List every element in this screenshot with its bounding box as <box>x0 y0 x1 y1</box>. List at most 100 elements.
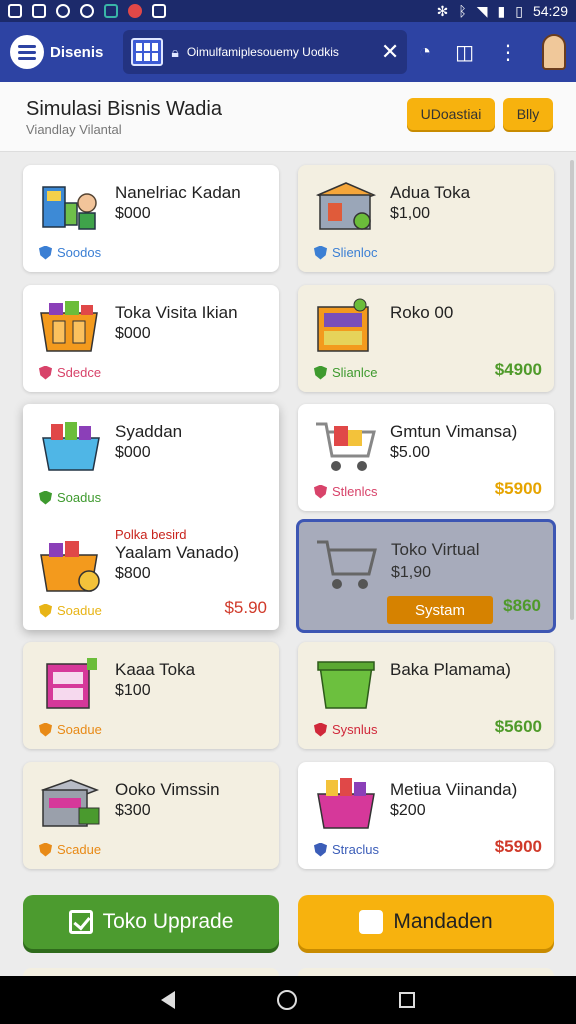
featured-item[interactable]: Polka besird Yaalam Vanado) $800 Soadue … <box>23 517 279 630</box>
store-price: $800 <box>115 565 151 582</box>
app-logo[interactable]: Disenis <box>10 35 103 69</box>
page-title: Simulasi Bisnis Wadia <box>26 98 222 120</box>
store-card[interactable]: Gmtun Vimansa) $5.00 Stlenlcs $5900 <box>298 404 554 511</box>
lock-icon: 🔒︎ <box>171 43 179 60</box>
shopping-cart-icon <box>316 422 376 471</box>
orange-box-icon <box>40 301 98 352</box>
upgrade-button[interactable]: Toko Upprade <box>23 895 279 949</box>
close-icon[interactable]: ✕ <box>381 39 399 65</box>
produce-box-icon <box>40 541 100 592</box>
shield-icon <box>39 365 52 380</box>
store-price: $1,90 <box>391 564 432 581</box>
shield-icon <box>314 842 327 857</box>
store-name: Ooko Vimssin <box>115 780 220 799</box>
store-price: $000 <box>115 205 151 222</box>
store-card[interactable]: Roko 00 Slianlce $4900 <box>298 285 554 392</box>
store-price: $1,00 <box>390 205 431 222</box>
bluetooth-icon: ᛒ <box>458 3 467 19</box>
home-icon[interactable] <box>277 990 297 1010</box>
shield-icon <box>39 722 52 737</box>
store-card[interactable]: Ooko Vimssin $300 Scadue <box>23 762 279 869</box>
notification-icon <box>8 4 22 18</box>
store-name: Metiua Viinanda) <box>390 780 518 799</box>
columns-icon[interactable]: ◫ <box>455 40 474 65</box>
shelf-icon <box>317 298 369 352</box>
bird-icon <box>104 4 118 18</box>
store-card[interactable]: Kaaa Toka $100 Soadue <box>23 642 279 749</box>
status-badge: Scadue <box>39 842 101 857</box>
back-icon[interactable] <box>161 991 175 1009</box>
shield-icon <box>39 842 52 857</box>
green-bin-icon <box>317 661 375 709</box>
store-name: Toko Virtual <box>391 540 480 559</box>
store-earnings: $5900 <box>494 837 542 856</box>
shopping-cart-icon <box>317 540 377 589</box>
shield-icon <box>314 484 327 499</box>
status-badge: Straclus <box>314 842 379 857</box>
store-name: Kaaa Toka <box>115 660 196 679</box>
status-badge: Sdedce <box>39 365 101 380</box>
manage-button[interactable]: Mandaden <box>298 895 554 949</box>
pink-cabinet-icon <box>46 658 97 709</box>
header-button-primary[interactable]: UDoastiai <box>407 98 495 130</box>
recents-icon[interactable] <box>399 992 415 1008</box>
featured-card[interactable]: Syaddan $000 Soadus Polka besird Yaalam … <box>23 404 279 630</box>
store-price: $000 <box>115 444 151 461</box>
store-card[interactable]: Nanelriac Kadan $000 Soodos <box>23 165 279 272</box>
manage-button-label: Mandaden <box>393 910 493 933</box>
status-badge: Soodos <box>39 245 101 260</box>
featured-item[interactable]: Syaddan $000 Soadus <box>23 404 279 517</box>
blue-basket-icon <box>42 422 100 471</box>
shield-status-icon <box>80 4 94 18</box>
system-button[interactable]: Systam <box>387 596 493 624</box>
shield-icon <box>39 245 52 260</box>
gauge-icon[interactable]: ◔ <box>419 41 431 64</box>
status-badge: Soadue <box>39 722 102 737</box>
pink-basket-icon <box>317 778 375 829</box>
store-price: $300 <box>115 802 151 819</box>
store-earnings: $860 <box>503 596 541 615</box>
shield-icon <box>314 722 327 737</box>
status-badge: Slienloc <box>314 245 378 260</box>
wifi-icon: ◥ <box>476 2 488 19</box>
store-earnings: $5900 <box>494 479 542 498</box>
store-earnings: $4900 <box>494 360 542 379</box>
store-name: Syaddan <box>115 422 183 441</box>
status-bar: ✻ ᛒ ◥ ▮ ▯ 54:29 <box>0 0 576 22</box>
grid-icon[interactable] <box>131 38 164 66</box>
store-price: $5.00 <box>390 444 431 461</box>
settings-icon: ✻ <box>436 2 449 19</box>
header-button-secondary[interactable]: Blly <box>503 98 553 130</box>
store-name: Gmtun Vimansa) <box>390 422 518 441</box>
store-name: Nanelriac Kadan <box>115 183 241 202</box>
clock: 54:29 <box>532 3 568 19</box>
gray-crate-icon <box>40 779 100 827</box>
status-badge: Slianlce <box>314 365 378 380</box>
store-card[interactable]: Toka Visita Ikian $000 Sdedce <box>23 285 279 392</box>
shield-icon <box>314 365 327 380</box>
thumbs-up-icon <box>359 910 384 934</box>
store-name: Baka Plamama) <box>390 660 511 679</box>
status-badge: Soadue <box>39 603 102 618</box>
status-badge: Soadus <box>39 490 101 505</box>
checkbox-icon <box>68 910 93 934</box>
scrollbar[interactable] <box>570 160 574 620</box>
tab-title: Oimulfamiplesouemy Uodkis <box>186 45 339 59</box>
selected-store-card[interactable]: Toko Virtual $1,90 Systam $860 <box>296 519 556 633</box>
store-card[interactable]: Baka Plamama) Sysnlus $5600 <box>298 642 554 749</box>
browser-tab[interactable]: 🔒︎ Oimulfamiplesouemy Uodkis ✕ <box>123 30 408 74</box>
status-badge: Stlenlcs <box>314 484 378 499</box>
page-header: Simulasi Bisnis Wadia Viandlay Vilantal … <box>0 82 576 152</box>
recording-icon <box>128 4 142 18</box>
more-vert-icon[interactable]: ⋮ <box>498 40 518 65</box>
store-earnings: $5600 <box>494 717 542 736</box>
system-nav-bar <box>0 976 576 1024</box>
store-card[interactable]: Adua Toka $1,00 Slienloc <box>298 165 554 272</box>
battery-icon: ▯ <box>515 2 523 19</box>
signal-icon: ▮ <box>497 2 506 19</box>
logo-icon <box>10 35 44 69</box>
avatar[interactable] <box>542 34 566 70</box>
store-name: Roko 00 <box>390 303 454 322</box>
status-badge: Sysnlus <box>314 722 378 737</box>
store-card[interactable]: Metiua Viinanda) $200 Straclus $5900 <box>298 762 554 869</box>
